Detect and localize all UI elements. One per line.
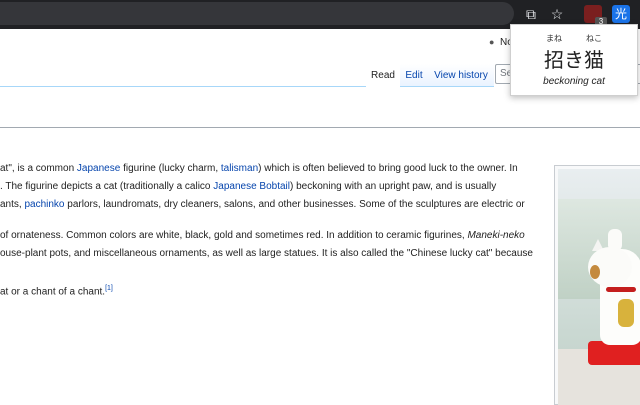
text: figurine (lucky charm, xyxy=(120,163,221,174)
dictionary-popup: まね ねこ 招き猫 beckoning cat xyxy=(510,24,638,96)
tab-edit[interactable]: Edit xyxy=(400,64,428,87)
text: . The figurine depicts a cat (traditiona… xyxy=(0,181,214,192)
photo-cat-patch xyxy=(590,265,600,279)
bookmark-star-icon[interactable]: ☆ xyxy=(548,5,566,23)
link-pachinko[interactable]: pachinko xyxy=(24,199,64,210)
text: parlors, laundromats, dry cleaners, salo… xyxy=(64,199,525,210)
tab-view-history[interactable]: View history xyxy=(428,64,494,87)
link-japanese-bobtail[interactable]: Japanese Bobtail xyxy=(213,181,290,192)
emphasis-text: Maneki-neko xyxy=(467,230,525,241)
article-paragraph-1: at", is a common Japanese figurine (luck… xyxy=(0,160,545,214)
header-divider xyxy=(0,86,366,87)
link-japanese[interactable]: Japanese xyxy=(77,163,120,174)
furigana-left: まね xyxy=(546,34,562,43)
article-image-thumbnail[interactable] xyxy=(554,165,640,405)
user-icon: ● xyxy=(489,37,495,47)
text: at", is a common xyxy=(0,163,77,174)
text: ants, xyxy=(0,199,25,210)
article-paragraph-3: at or a chant of a chant.[1] xyxy=(0,280,545,298)
link-talisman[interactable]: talisman xyxy=(221,163,258,174)
maneki-neko-photo[interactable] xyxy=(558,169,640,405)
text: ) beckoning with an upright paw, and is … xyxy=(290,181,497,192)
furigana-row: まね ねこ xyxy=(511,33,637,43)
text: at or a chant of a chant. xyxy=(0,286,106,298)
text: ) which is often believed to bring good … xyxy=(258,163,518,174)
article-paragraph-2: of ornateness. Common colors are white, … xyxy=(0,227,545,263)
text: ouse-plant pots, and miscellaneous ornam… xyxy=(0,248,533,259)
page-action-icon[interactable]: ⧉ xyxy=(522,5,540,23)
citation-link[interactable]: [1] xyxy=(105,285,113,292)
photo-cat-paw xyxy=(608,229,622,251)
address-bar[interactable] xyxy=(0,2,514,25)
extension-red-icon[interactable]: 3 xyxy=(584,5,607,27)
content-divider xyxy=(0,127,640,128)
photo-cat-collar xyxy=(606,287,636,292)
furigana-right: ねこ xyxy=(586,34,602,43)
photo-cat-coin xyxy=(618,299,634,327)
popup-word: 招き猫 xyxy=(544,48,604,72)
extension-dictionary-icon[interactable]: 光 xyxy=(612,5,630,23)
text: of ornateness. Common colors are white, … xyxy=(0,230,468,241)
popup-meaning: beckoning cat xyxy=(543,76,605,87)
tab-read[interactable]: Read xyxy=(366,64,400,87)
